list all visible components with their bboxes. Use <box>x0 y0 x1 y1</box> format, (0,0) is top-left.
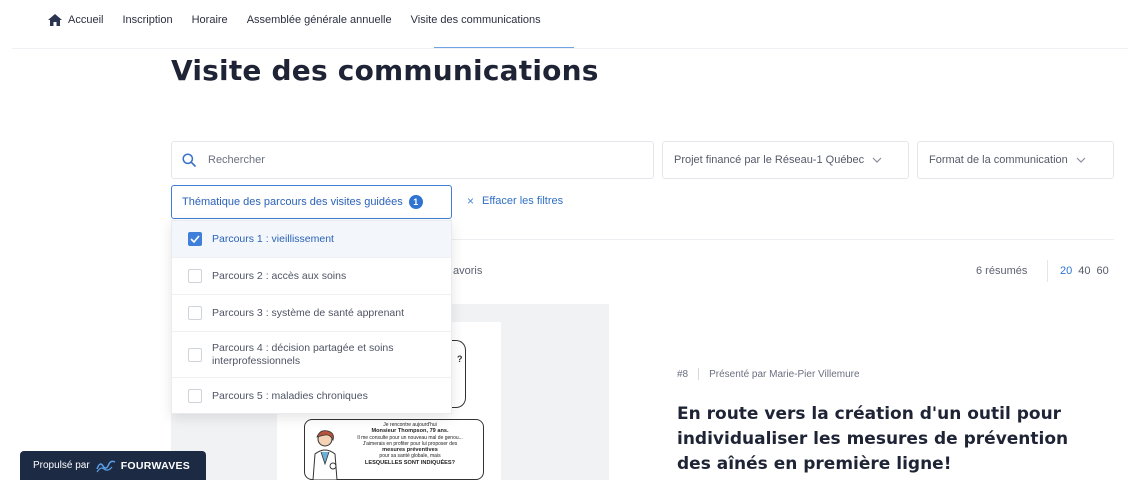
powered-by-prefix: Propulsé par <box>33 460 90 471</box>
card-title[interactable]: En route vers la création d'un outil pou… <box>677 402 1107 477</box>
checkbox[interactable] <box>188 306 202 320</box>
search-icon <box>182 153 196 167</box>
theme-filter-label: Thématique des parcours des visites guid… <box>182 196 403 208</box>
close-icon: × <box>467 194 475 208</box>
dropdown-option-parcours-5[interactable]: Parcours 5 : maladies chroniques <box>172 378 451 414</box>
option-label: Parcours 4 : décision partagée et soins … <box>212 341 394 367</box>
chevron-down-icon <box>872 157 882 163</box>
favorites-toggle-label[interactable]: avoris <box>453 265 482 277</box>
option-label: Parcours 5 : maladies chroniques <box>212 389 368 402</box>
comic-bubble-mark: ? <box>457 354 463 364</box>
card-meta: #8 Présenté par Marie-Pier Villemure <box>677 368 860 380</box>
funded-by-select[interactable]: Projet financé par le Réseau-1 Québec <box>662 141 909 179</box>
option-label: Parcours 2 : accès aux soins <box>212 269 347 282</box>
search-box[interactable] <box>171 141 654 179</box>
comic-line: Il me consulte pour un nouveau mal de ge… <box>357 434 463 441</box>
checkbox[interactable] <box>188 389 202 403</box>
check-icon <box>190 235 200 243</box>
dropdown-option-parcours-3[interactable]: Parcours 3 : système de santé apprenant <box>172 295 451 332</box>
meta-divider <box>698 368 700 380</box>
dropdown-option-parcours-1[interactable]: Parcours 1 : vieillissement <box>172 221 451 258</box>
page-title: Visite des communications <box>171 54 599 87</box>
clear-filters-label: Effacer les filtres <box>482 195 564 207</box>
comic-caption: Je rencontre aujourd'hui Monsieur Thomps… <box>340 422 480 466</box>
nav-divider <box>12 48 1128 49</box>
option-label: Parcours 1 : vieillissement <box>212 232 334 245</box>
nav-item-inscription[interactable]: Inscription <box>122 12 172 28</box>
checkbox[interactable] <box>188 347 202 362</box>
comic-line: Monsieur Thompson, 79 ans. <box>371 428 449 435</box>
per-page-option-20[interactable]: 20 <box>1060 265 1072 277</box>
doctor-figure-icon <box>312 430 338 480</box>
funded-by-label: Projet financé par le Réseau-1 Québec <box>674 154 865 166</box>
clear-filters-link[interactable]: × Effacer les filtres <box>467 194 563 208</box>
toolbar-divider <box>452 239 1114 240</box>
option-label: Parcours 3 : système de santé apprenant <box>212 306 405 319</box>
card-number: #8 <box>677 368 689 380</box>
home-icon <box>48 14 62 26</box>
format-select[interactable]: Format de la communication <box>917 141 1114 179</box>
nav-item-visite[interactable]: Visite des communications <box>411 12 541 28</box>
search-input[interactable] <box>208 154 608 166</box>
format-label: Format de la communication <box>929 154 1068 166</box>
checkbox[interactable] <box>188 269 202 283</box>
nav-item-label: Accueil <box>68 14 104 26</box>
results-count: 6 résumés <box>976 265 1028 277</box>
filter-count-badge: 1 <box>408 195 423 209</box>
per-page-option-60[interactable]: 60 <box>1097 265 1109 277</box>
per-page-option-40[interactable]: 40 <box>1078 265 1090 277</box>
dropdown-option-parcours-2[interactable]: Parcours 2 : accès aux soins <box>172 258 451 295</box>
comic-speech-bubble <box>450 340 466 408</box>
nav-items: Accueil Inscription Horaire Assemblée gé… <box>48 12 560 28</box>
per-page-selector: 20 40 60 <box>1060 265 1115 277</box>
dropdown-option-parcours-4[interactable]: Parcours 4 : décision partagée et soins … <box>172 332 451 378</box>
per-page-divider <box>1047 260 1048 282</box>
powered-by-badge[interactable]: Propulsé par FOURWAVES <box>20 451 206 480</box>
chevron-down-icon <box>1076 157 1086 163</box>
fourwaves-logo-icon <box>96 460 116 472</box>
nav-item-assemblee[interactable]: Assemblée générale annuelle <box>247 12 392 28</box>
theme-dropdown-menu: Parcours 1 : vieillissement Parcours 2 :… <box>171 220 452 414</box>
top-navigation: Accueil Inscription Horaire Assemblée gé… <box>0 0 1128 49</box>
nav-item-home[interactable]: Accueil <box>48 12 103 28</box>
comic-line: mesures préventives <box>382 447 438 454</box>
nav-item-horaire[interactable]: Horaire <box>192 12 228 28</box>
checkbox-checked[interactable] <box>188 232 202 246</box>
comic-line: LESQUELLES SONT INDIQUÉES? <box>364 459 456 466</box>
card-presenter: Présenté par Marie-Pier Villemure <box>709 368 860 380</box>
theme-filter-button[interactable]: Thématique des parcours des visites guid… <box>171 185 452 219</box>
powered-by-brand: FOURWAVES <box>120 459 191 472</box>
